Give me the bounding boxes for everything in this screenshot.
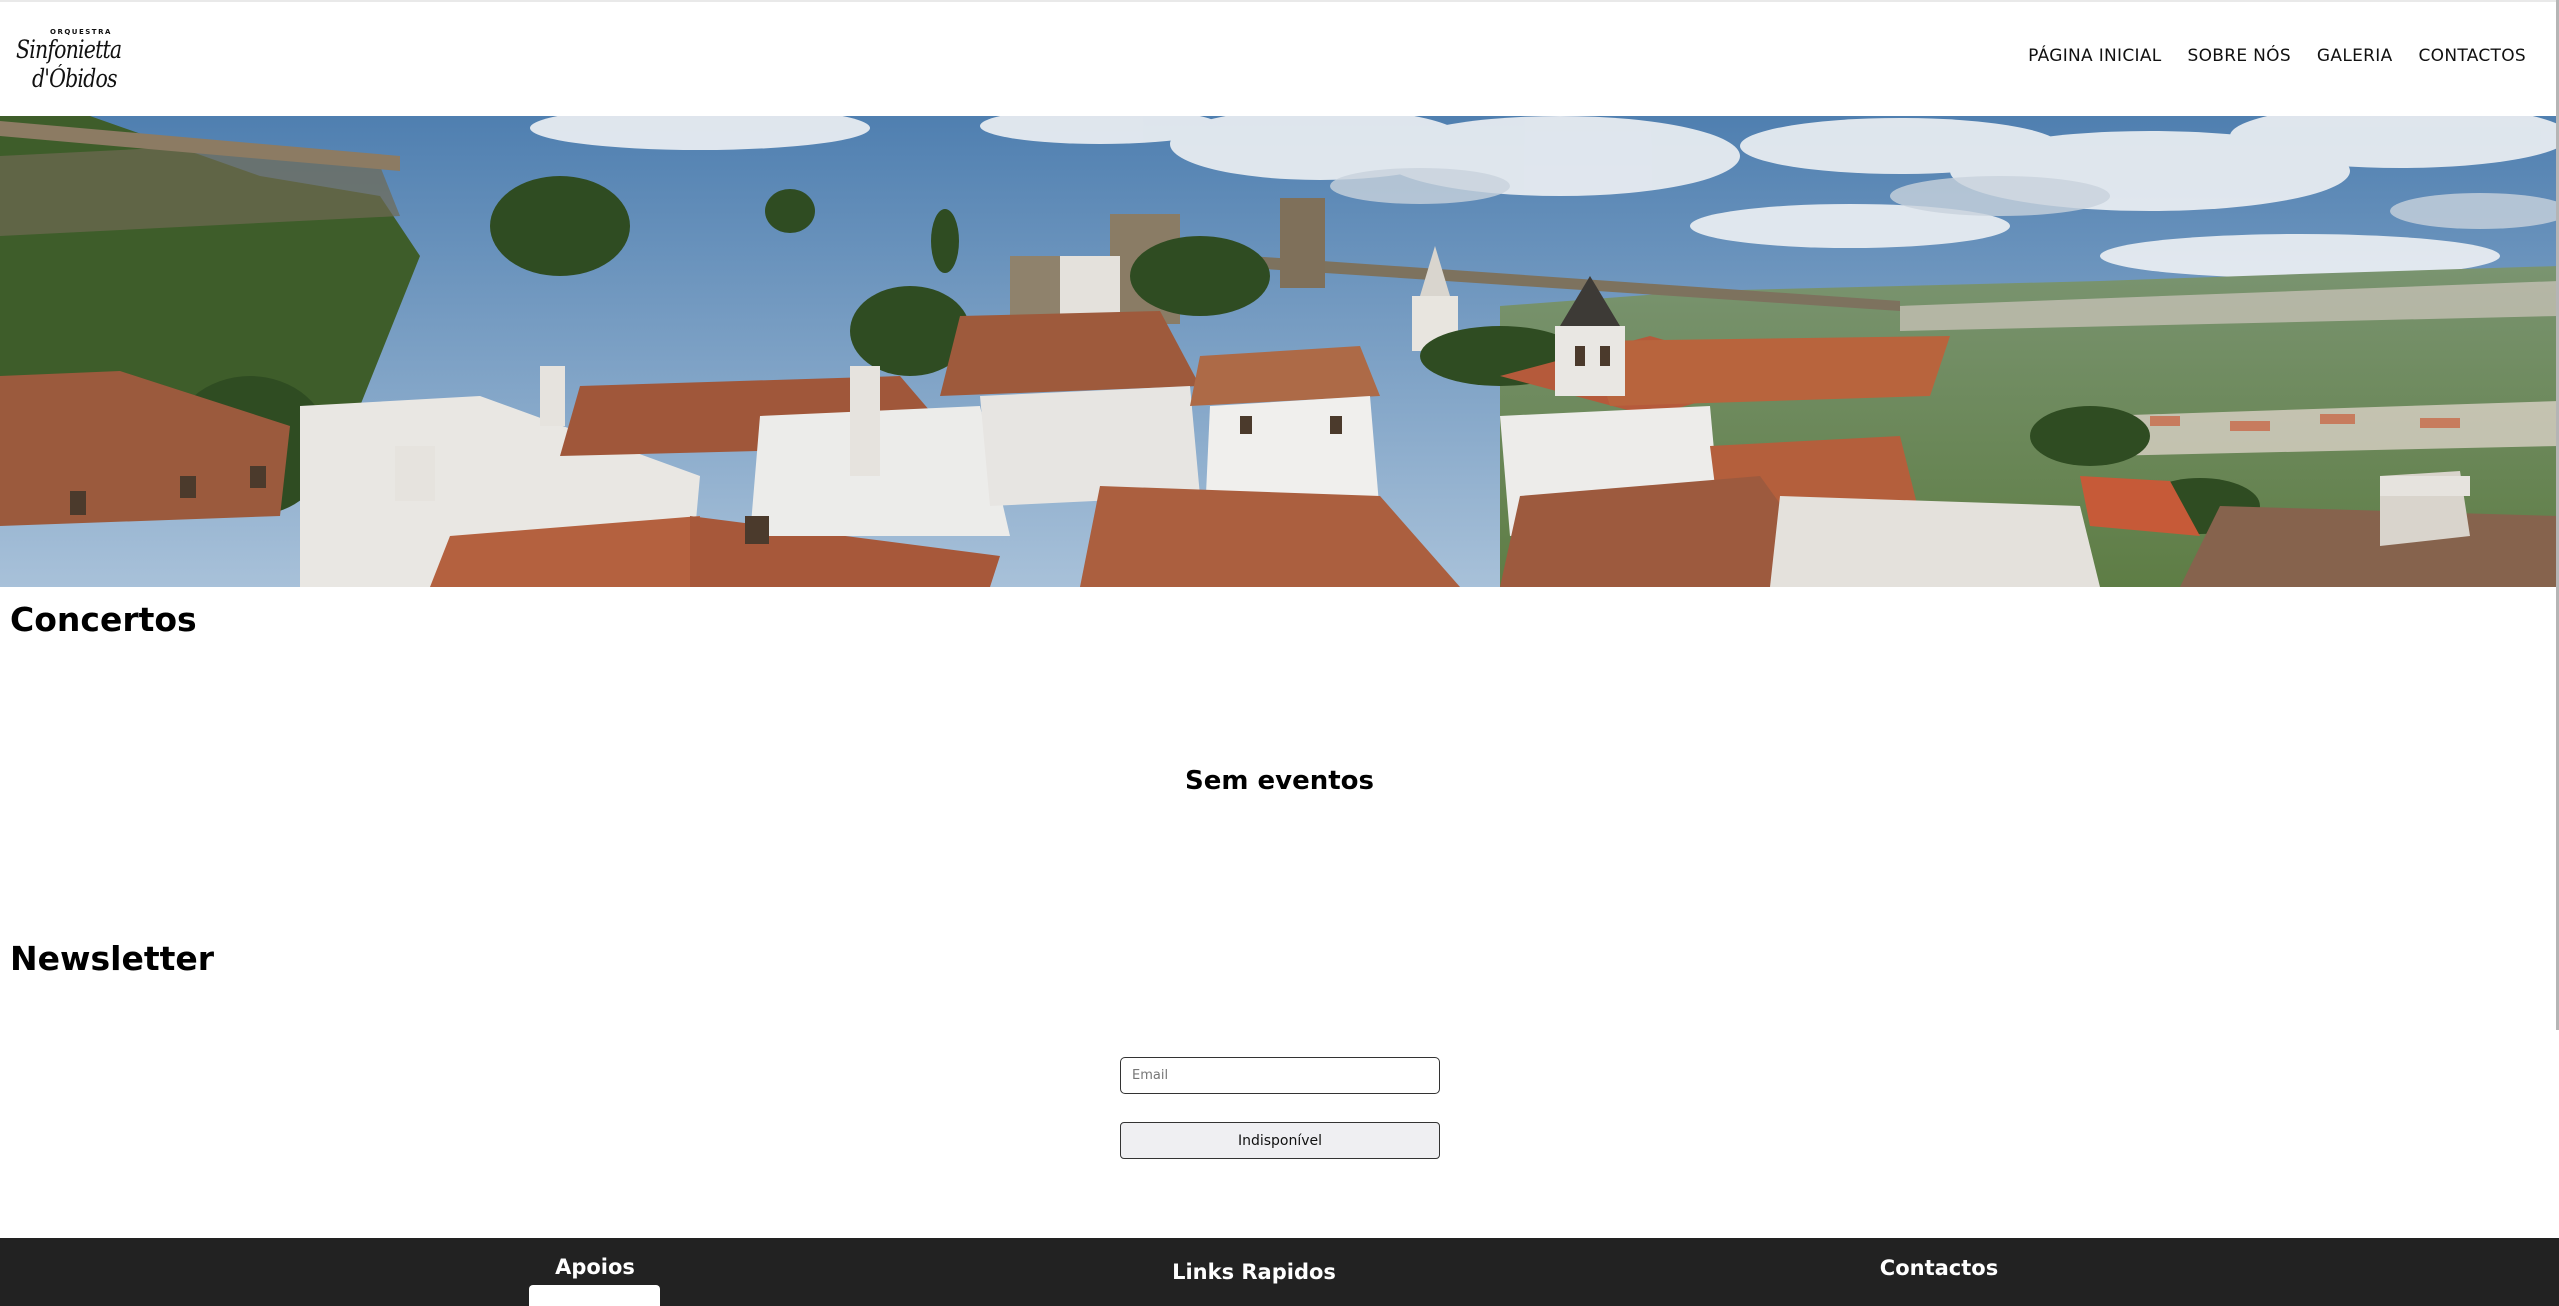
footer-title-apoios: Apoios xyxy=(555,1255,635,1279)
hero-image xyxy=(0,116,2559,587)
sponsor-logo[interactable] xyxy=(529,1285,660,1306)
no-events-message: Sem eventos xyxy=(1185,766,1374,796)
logo-line-2: d'Óbidos xyxy=(32,64,117,93)
email-input[interactable] xyxy=(1120,1057,1440,1094)
footer-title-contactos: Contactos xyxy=(1879,1256,1999,1280)
footer-title-links: Links Rapidos xyxy=(1172,1260,1336,1284)
page: ORQUESTRA Sinfonietta d'Óbidos PÁGINA IN… xyxy=(0,0,2559,1306)
main-nav: PÁGINA INICIAL SOBRE NÓS GALERIA CONTACT… xyxy=(2028,46,2526,66)
nav-gallery[interactable]: GALERIA xyxy=(2317,46,2393,66)
concerts-title: Concertos xyxy=(10,600,197,639)
site-footer: Apoios Links Rapidos Contactos xyxy=(0,1238,2559,1306)
nav-about[interactable]: SOBRE NÓS xyxy=(2188,46,2291,66)
newsletter-title: Newsletter xyxy=(10,939,215,978)
nav-contacts[interactable]: CONTACTOS xyxy=(2419,46,2527,66)
logo-line-1: Sinfonietta xyxy=(16,35,122,64)
subscribe-button[interactable]: Indisponível xyxy=(1120,1122,1440,1159)
hero-landscape-illustration xyxy=(0,116,2559,587)
site-logo[interactable]: ORQUESTRA Sinfonietta d'Óbidos xyxy=(12,24,122,104)
nav-home[interactable]: PÁGINA INICIAL xyxy=(2028,46,2161,66)
site-header: ORQUESTRA Sinfonietta d'Óbidos PÁGINA IN… xyxy=(0,0,2559,116)
